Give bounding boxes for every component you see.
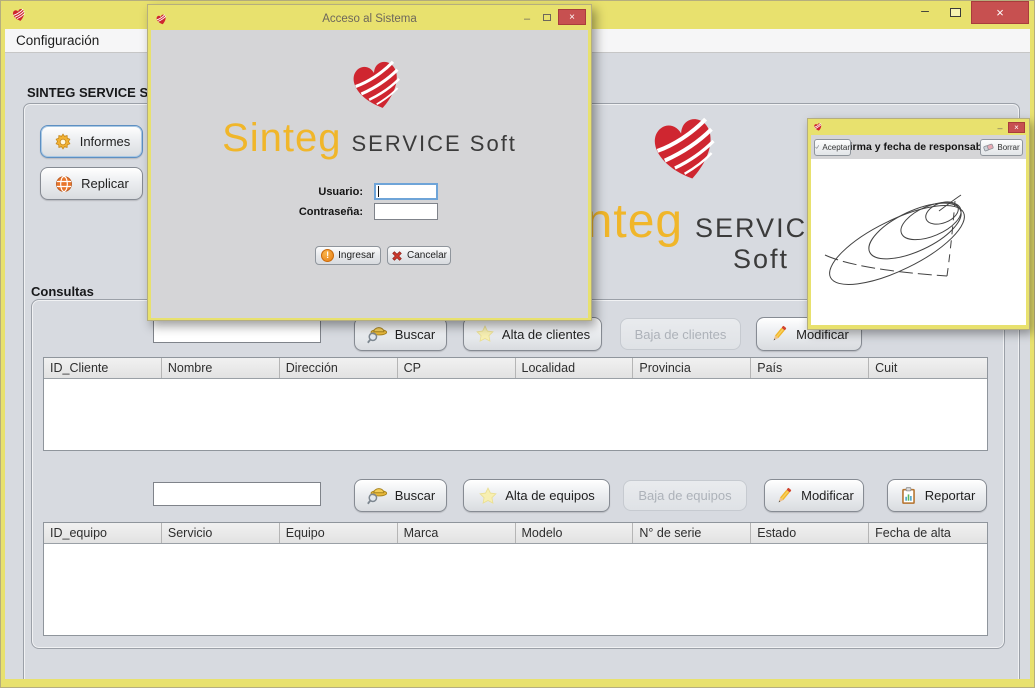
cancel-x-icon <box>391 250 403 262</box>
ingresar-button[interactable]: ! Ingresar <box>315 246 381 265</box>
signature-window: – × Firma y fecha de responsable. Acepta… <box>807 118 1030 330</box>
equipos-baja-button: Baja de equipos <box>623 480 747 511</box>
equipos-modificar-button[interactable]: Modificar <box>764 479 864 512</box>
column-header[interactable]: Servicio <box>162 523 280 543</box>
column-header[interactable]: Nombre <box>162 358 280 378</box>
equipos-buscar-label: Buscar <box>395 488 435 503</box>
maximize-button[interactable] <box>538 10 556 25</box>
minimize-button[interactable]: – <box>518 10 536 25</box>
text-caret <box>378 186 379 197</box>
globe-icon <box>54 174 74 194</box>
cancelar-label: Cancelar <box>407 250 447 261</box>
sinteg-heart-logo <box>644 109 726 189</box>
login-dialog-titlebar[interactable]: Acceso al Sistema – × <box>151 8 588 30</box>
report-clipboard-icon <box>899 486 918 506</box>
clients-table[interactable]: ID_Cliente Nombre Dirección CP Localidad… <box>43 357 988 451</box>
signature-scribble <box>811 159 1026 325</box>
gear-icon <box>53 132 73 152</box>
column-header[interactable]: País <box>751 358 869 378</box>
aceptar-label: Aceptar <box>822 143 850 152</box>
pencil-icon <box>774 486 794 506</box>
clients-search-input[interactable] <box>153 319 321 343</box>
minimize-button[interactable]: – <box>994 122 1006 133</box>
logo-brand-text: Sinteg <box>222 116 341 161</box>
clients-buscar-button[interactable]: Buscar <box>354 317 447 351</box>
clients-alta-label: Alta de clientes <box>502 327 590 342</box>
sinteg-heart-icon <box>11 7 27 23</box>
clients-table-header: ID_Cliente Nombre Dirección CP Localidad… <box>44 358 987 379</box>
column-header[interactable]: Cuit <box>869 358 987 378</box>
column-header[interactable]: Marca <box>398 523 516 543</box>
close-button[interactable]: × <box>558 9 586 25</box>
equipos-alta-button[interactable]: Alta de equipos <box>463 479 610 512</box>
ingresar-label: Ingresar <box>338 250 375 261</box>
column-header[interactable]: ID_Cliente <box>44 358 162 378</box>
borrar-label: Borrar <box>997 143 1019 152</box>
screen: – × Configuración SINTEG SERVICE Soft In… <box>0 0 1035 688</box>
column-header[interactable]: CP <box>398 358 516 378</box>
signature-titlebar[interactable]: – × <box>811 122 1026 135</box>
signature-toolbar: Firma y fecha de responsable. Aceptar Bo… <box>811 135 1026 159</box>
close-button[interactable]: × <box>971 1 1029 24</box>
search-hat-icon <box>366 485 388 506</box>
equipos-table[interactable]: ID_equipo Servicio Equipo Marca Modelo N… <box>43 522 988 636</box>
check-icon <box>815 143 819 151</box>
group-title: SINTEG SERVICE Soft <box>27 85 165 100</box>
borrar-button[interactable]: Borrar <box>980 139 1023 156</box>
equipos-baja-label: Baja de equipos <box>638 488 731 503</box>
informes-button[interactable]: Informes <box>40 125 143 158</box>
equipos-buscar-button[interactable]: Buscar <box>354 479 447 512</box>
equipos-search-input[interactable] <box>153 482 321 506</box>
equipos-reportar-label: Reportar <box>925 488 976 503</box>
star-icon <box>478 486 498 506</box>
contrasena-input[interactable] <box>374 203 438 220</box>
equipos-modificar-label: Modificar <box>801 488 854 503</box>
column-header[interactable]: Modelo <box>516 523 634 543</box>
signature-canvas[interactable] <box>811 159 1026 325</box>
logo-product-text: SERVICE Soft <box>351 131 516 157</box>
replicar-button[interactable]: Replicar <box>40 167 143 200</box>
star-icon <box>475 324 495 344</box>
column-header[interactable]: ID_equipo <box>44 523 162 543</box>
equipos-reportar-button[interactable]: Reportar <box>887 479 987 512</box>
column-header[interactable]: Dirección <box>280 358 398 378</box>
login-circle-icon: ! <box>321 249 334 262</box>
column-header[interactable]: Fecha de alta <box>869 523 987 543</box>
cancelar-button[interactable]: Cancelar <box>387 246 451 265</box>
column-header[interactable]: Localidad <box>516 358 634 378</box>
contrasena-label: Contraseña: <box>273 206 363 218</box>
usuario-input[interactable] <box>374 183 438 200</box>
close-button[interactable]: × <box>1008 122 1025 133</box>
sinteg-heart-logo <box>340 54 414 116</box>
equipos-table-header: ID_equipo Servicio Equipo Marca Modelo N… <box>44 523 987 544</box>
usuario-label: Usuario: <box>273 186 363 198</box>
sinteg-heart-icon <box>813 122 823 132</box>
sinteg-heart-icon <box>155 13 168 26</box>
column-header[interactable]: Equipo <box>280 523 398 543</box>
column-header[interactable]: N° de serie <box>633 523 751 543</box>
column-header[interactable]: Provincia <box>633 358 751 378</box>
login-dialog: Acceso al Sistema – × Sinteg SERVICE Sof <box>147 4 592 321</box>
search-hat-icon <box>366 324 388 345</box>
aceptar-button[interactable]: Aceptar <box>814 139 851 156</box>
maximize-button[interactable] <box>942 1 968 24</box>
column-header[interactable]: Estado <box>751 523 869 543</box>
replicar-label: Replicar <box>81 176 129 191</box>
pencil-icon <box>769 324 789 344</box>
informes-label: Informes <box>80 134 131 149</box>
minimize-button[interactable]: – <box>912 1 938 24</box>
clients-buscar-label: Buscar <box>395 327 435 342</box>
clients-baja-label: Baja de clientes <box>635 327 727 342</box>
equipos-alta-label: Alta de equipos <box>505 488 595 503</box>
maximize-icon <box>950 8 961 17</box>
consultas-title: Consultas <box>31 284 94 299</box>
login-dialog-content: Sinteg SERVICE Soft Usuario: Contraseña:… <box>151 30 588 318</box>
maximize-icon <box>543 14 551 21</box>
clients-baja-button: Baja de clientes <box>620 318 741 350</box>
dialog-logo: Sinteg SERVICE Soft <box>151 116 588 161</box>
clients-alta-button[interactable]: Alta de clientes <box>463 317 602 351</box>
eraser-icon <box>983 143 994 152</box>
menu-configuracion[interactable]: Configuración <box>5 30 110 51</box>
